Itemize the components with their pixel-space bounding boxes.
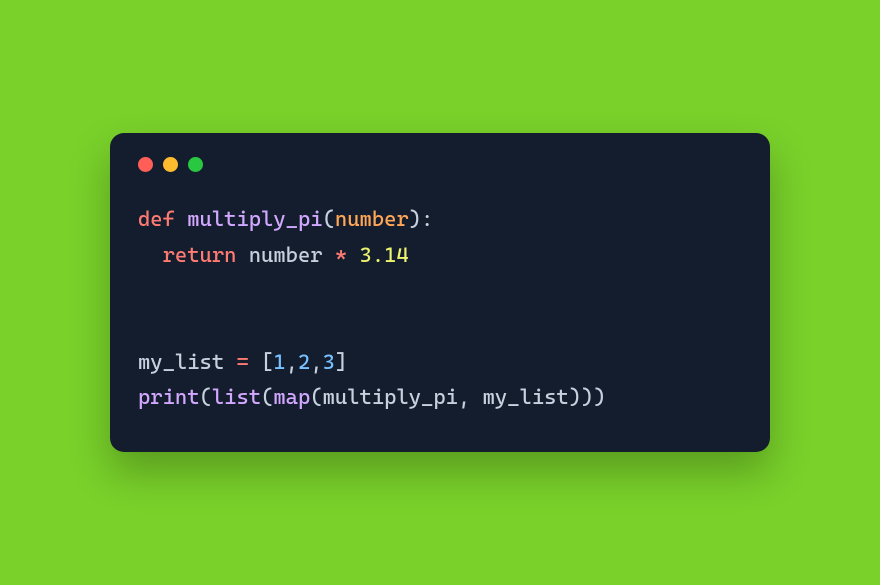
keyword-return: return <box>163 243 237 267</box>
paren-open: ( <box>200 385 212 409</box>
paren-close: ) <box>593 385 605 409</box>
code-window: def multiply_pi(number): return number *… <box>110 133 770 452</box>
identifier: my_list <box>138 350 224 374</box>
argument: my_list <box>483 385 569 409</box>
argument: multiply_pi <box>323 385 458 409</box>
function-list: list <box>212 385 261 409</box>
indent <box>138 243 163 267</box>
maximize-icon[interactable] <box>188 157 203 172</box>
function-name: multiply_pi <box>187 207 322 231</box>
bracket-close: ] <box>335 350 347 374</box>
function-print: print <box>138 385 200 409</box>
window-titlebar <box>138 157 742 172</box>
operator-multiply: * <box>335 243 347 267</box>
number-literal: 3.14 <box>360 243 409 267</box>
space <box>323 243 335 267</box>
number: 2 <box>298 350 310 374</box>
paren-open: ( <box>323 207 335 231</box>
paren-open: ( <box>261 385 273 409</box>
paren-close: ) <box>569 385 581 409</box>
space <box>249 350 261 374</box>
code-block: def multiply_pi(number): return number *… <box>138 202 742 416</box>
number: 3 <box>323 350 335 374</box>
paren-close: ) <box>581 385 593 409</box>
space <box>236 243 248 267</box>
close-icon[interactable] <box>138 157 153 172</box>
identifier: number <box>249 243 323 267</box>
keyword-def: def <box>138 207 175 231</box>
colon: : <box>421 207 433 231</box>
space <box>347 243 359 267</box>
function-map: map <box>273 385 310 409</box>
comma: , <box>286 350 298 374</box>
bracket-open: [ <box>261 350 273 374</box>
comma: , <box>458 385 470 409</box>
parameter: number <box>335 207 409 231</box>
minimize-icon[interactable] <box>163 157 178 172</box>
comma: , <box>310 350 322 374</box>
operator-assign: = <box>236 350 248 374</box>
paren-close: ) <box>409 207 421 231</box>
paren-open: ( <box>310 385 322 409</box>
space <box>470 385 482 409</box>
space <box>224 350 236 374</box>
number: 1 <box>273 350 285 374</box>
